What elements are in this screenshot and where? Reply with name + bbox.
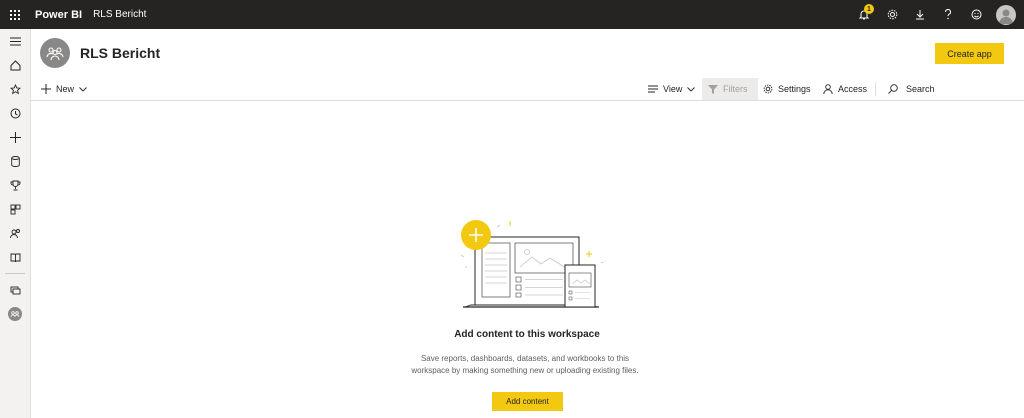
rail-divider [5, 273, 25, 274]
learn-icon[interactable] [0, 245, 30, 269]
top-bar: Power BI RLS Bericht 1 [0, 0, 1024, 29]
shared-icon[interactable] [0, 221, 30, 245]
new-button[interactable]: New [41, 78, 87, 100]
favorites-icon[interactable] [0, 77, 30, 101]
empty-state-description-line-1: Save reports, dashboards, datasets, and … [420, 354, 630, 363]
access-label: Access [838, 84, 868, 94]
search-placeholder: Search [906, 84, 935, 94]
person-icon [823, 84, 833, 94]
home-icon[interactable] [0, 53, 30, 77]
filters-button[interactable]: Filters [702, 78, 758, 100]
create-icon[interactable] [0, 125, 30, 149]
settings-icon[interactable] [878, 0, 906, 29]
chevron-down-icon [687, 86, 696, 92]
app-launcher-icon[interactable] [0, 0, 30, 29]
toolbar: New View Filters Settings Access Search [30, 78, 1024, 101]
empty-state-description: Save reports, dashboards, datasets, and … [395, 353, 655, 377]
breadcrumb[interactable]: RLS Bericht [93, 9, 146, 20]
settings-icon [763, 84, 773, 94]
create-app-button[interactable]: Create app [935, 43, 1004, 64]
view-button[interactable]: View [648, 78, 696, 100]
brand-name[interactable]: Power BI [35, 9, 82, 21]
empty-state-illustration [460, 220, 605, 308]
download-icon[interactable] [906, 0, 934, 29]
view-icon [648, 85, 658, 93]
help-icon[interactable] [934, 0, 962, 29]
recent-icon[interactable] [0, 101, 30, 125]
toolbar-divider [875, 82, 876, 96]
search-box[interactable]: Search [888, 78, 935, 100]
view-label: View [663, 84, 683, 94]
datasets-icon[interactable] [0, 149, 30, 173]
plus-icon [41, 84, 51, 94]
workspace-title: RLS Bericht [80, 45, 161, 61]
left-nav-rail [0, 29, 31, 418]
filter-icon [708, 84, 718, 94]
hamburger-icon[interactable] [0, 29, 30, 53]
goals-icon[interactable] [0, 173, 30, 197]
new-label: New [56, 84, 75, 94]
workspaces-icon[interactable] [0, 278, 30, 302]
access-button[interactable]: Access [823, 78, 867, 100]
add-content-button[interactable]: Add content [492, 392, 563, 411]
notification-badge: 1 [864, 4, 874, 14]
feedback-icon[interactable] [962, 0, 990, 29]
empty-state-title: Add content to this workspace [454, 329, 600, 340]
search-icon [888, 84, 898, 94]
apps-icon[interactable] [0, 197, 30, 221]
settings-button[interactable]: Settings [763, 78, 811, 100]
workspace-avatar [40, 38, 70, 68]
current-workspace-icon[interactable] [0, 302, 30, 326]
account-avatar[interactable] [996, 4, 1016, 25]
chevron-down-icon [79, 86, 87, 92]
empty-state-description-line-2: workspace by making something new or upl… [411, 366, 639, 375]
settings-label: Settings [778, 84, 811, 94]
notification-icon[interactable]: 1 [850, 0, 878, 29]
filters-label: Filters [723, 84, 748, 94]
